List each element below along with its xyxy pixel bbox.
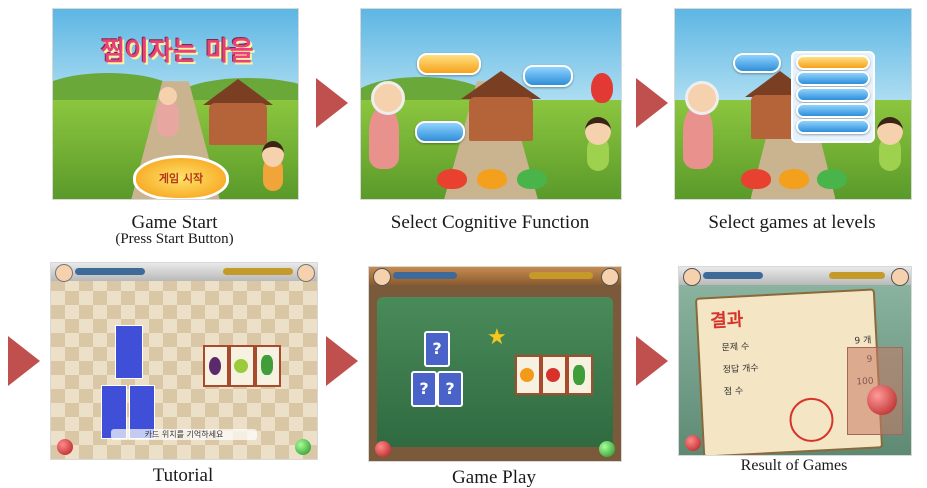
opponent-avatar	[891, 268, 909, 286]
player-avatar	[55, 264, 73, 282]
fruit-icon	[234, 359, 248, 373]
card-face-up[interactable]	[255, 345, 281, 387]
question-card[interactable]: ?	[411, 371, 437, 407]
caption-game-play: Game Play	[452, 467, 536, 488]
caption-tutorial: Tutorial	[152, 465, 214, 486]
hud-bar	[679, 267, 911, 286]
screenshot-select-games-at-levels	[674, 8, 912, 200]
card-face-up[interactable]	[567, 355, 593, 395]
question-card[interactable]: ?	[424, 331, 450, 367]
result-row-label: 문제 수	[721, 342, 750, 354]
balloon	[591, 73, 613, 103]
character-head	[262, 141, 284, 167]
card-face-up[interactable]	[229, 345, 255, 387]
red-gem	[57, 439, 73, 455]
player-avatar	[683, 268, 701, 286]
caption-select-games-at-levels: Select games at levels	[708, 212, 876, 233]
red-gem	[685, 435, 701, 451]
caption-select-cognitive-function: Select Cognitive Function	[390, 212, 590, 233]
eggplant-icon	[209, 357, 221, 375]
tutorial-instruction: 카드 위치를 기억하세요	[111, 429, 257, 440]
menu-button-orange[interactable]	[779, 169, 809, 189]
hud-bar	[51, 263, 317, 282]
start-button-label: 게임 시작	[158, 172, 204, 185]
menu-button-red[interactable]	[437, 169, 467, 189]
character-head	[371, 81, 405, 115]
character-grandmother	[369, 107, 399, 169]
game-level-option[interactable]	[796, 87, 870, 102]
red-gem	[375, 441, 391, 457]
orange-icon	[520, 368, 534, 382]
caption-game-start: Game Start	[131, 212, 218, 233]
start-button[interactable]: 게임 시작	[133, 155, 229, 199]
card-face-down[interactable]	[115, 325, 143, 379]
flow-arrow	[316, 78, 348, 128]
player-progress	[393, 272, 457, 279]
menu-button-red[interactable]	[741, 169, 771, 189]
character-grandmother	[683, 107, 713, 169]
character-grandmother	[157, 101, 179, 137]
character-head	[877, 117, 903, 145]
player-avatar	[373, 268, 391, 286]
card-face-up[interactable]	[515, 355, 541, 395]
flow-arrow	[636, 336, 668, 386]
character-head	[685, 81, 719, 115]
screenshot-select-cognitive-function	[360, 8, 622, 200]
green-gem	[295, 439, 311, 455]
vegetable-icon	[573, 365, 585, 385]
game-level-list	[791, 51, 875, 143]
cognitive-function-option[interactable]	[415, 121, 465, 143]
player-progress	[75, 268, 145, 275]
opponent-avatar	[601, 268, 619, 286]
game-level-option[interactable]	[796, 119, 870, 134]
green-gem	[599, 441, 615, 457]
subcaption-game-start: (Press Start Button)	[115, 231, 234, 247]
vegetable-icon	[261, 355, 273, 375]
stamp	[788, 396, 835, 444]
menu-button-orange[interactable]	[477, 169, 507, 189]
red-ball	[867, 385, 897, 415]
player-progress	[703, 272, 763, 279]
game-level-option[interactable]	[796, 55, 870, 70]
flow-arrow	[326, 336, 358, 386]
opponent-avatar	[297, 264, 315, 282]
caption-result-of-games: Result of Games	[740, 457, 848, 474]
house	[209, 103, 267, 145]
category-button[interactable]	[733, 53, 781, 73]
result-title: 결과	[709, 309, 744, 333]
screenshot-game-play: ? ? ? ★	[368, 266, 622, 462]
opponent-progress	[223, 268, 293, 275]
result-row-label: 점 수	[723, 386, 744, 398]
screenshot-tutorial: 카드 위치를 기억하세요	[50, 262, 318, 460]
house	[469, 97, 533, 141]
result-row-label: 정답 개수	[722, 363, 759, 376]
star-icon: ★	[487, 325, 507, 350]
card-face-up[interactable]	[541, 355, 567, 395]
menu-button-green[interactable]	[817, 169, 847, 189]
hud-bar	[369, 267, 621, 286]
flow-arrow	[8, 336, 40, 386]
flow-arrow	[636, 78, 668, 128]
screenshot-game-start: 찜이자는 마을 게임 시작	[52, 8, 299, 200]
game-level-option[interactable]	[796, 71, 870, 86]
question-card[interactable]: ?	[437, 371, 463, 407]
opponent-progress	[529, 272, 593, 279]
card-face-up[interactable]	[203, 345, 229, 387]
game-level-option[interactable]	[796, 103, 870, 118]
cognitive-function-option[interactable]	[417, 53, 481, 75]
opponent-progress	[829, 272, 885, 279]
screenshot-result-of-games: 결과 문제 수 9 개 정답 개수 9 점 수 100	[678, 266, 912, 456]
result-row-value: 9 개	[854, 335, 872, 347]
cognitive-function-option[interactable]	[523, 65, 573, 87]
menu-button-green[interactable]	[517, 169, 547, 189]
apple-icon	[546, 368, 560, 382]
character-head	[159, 87, 177, 105]
game-title: 찜이자는 마을	[101, 37, 254, 67]
character-head	[585, 117, 611, 145]
